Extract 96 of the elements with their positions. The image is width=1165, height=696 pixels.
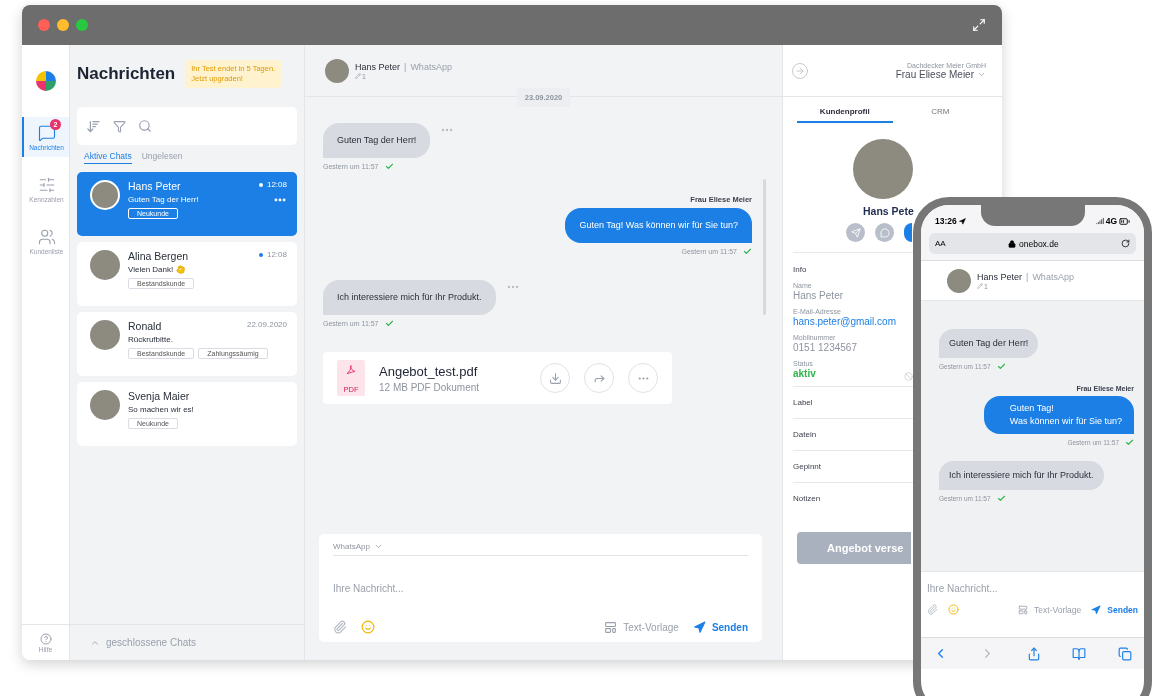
- channel-icon[interactable]: [904, 223, 912, 242]
- contact-name: Ronald: [128, 320, 162, 332]
- separator: |: [404, 61, 407, 72]
- tab[interactable]: Kundenprofil: [797, 107, 893, 123]
- check-icon: [1125, 438, 1134, 448]
- contact-name: Hans Peter: [128, 180, 181, 192]
- help-icon: [39, 632, 52, 645]
- users-icon: [37, 227, 56, 246]
- message-bubble: Guten Tag der Herr!: [939, 329, 1039, 359]
- minimize-button[interactable]: [57, 19, 69, 31]
- avatar-photo-placeholder: [90, 320, 120, 350]
- avatar-photo-placeholder: [947, 268, 971, 293]
- share-icon[interactable]: [1026, 646, 1041, 661]
- tabs-icon[interactable]: [1118, 646, 1132, 661]
- filter-icon[interactable]: [113, 119, 126, 133]
- status-time: 13:26: [935, 216, 957, 226]
- location-icon: [958, 217, 966, 225]
- url-text: onebox.de: [1019, 238, 1059, 249]
- chat-contact-name: Hans Peter: [977, 271, 1023, 282]
- search-icon[interactable]: [138, 119, 152, 133]
- more-button[interactable]: [628, 363, 658, 394]
- disable-icon[interactable]: [904, 372, 913, 381]
- send-button[interactable]: Senden: [1091, 604, 1138, 615]
- send-offer-button[interactable]: Angebot verse: [797, 532, 911, 564]
- zoom-button[interactable]: [76, 19, 88, 31]
- template-icon: [1018, 604, 1029, 615]
- text-size-button[interactable]: AA: [935, 239, 946, 248]
- attach-icon[interactable]: [333, 620, 347, 634]
- field-value: 0151 1234567: [793, 342, 857, 353]
- check-icon: [384, 162, 394, 172]
- template-button[interactable]: Text-Vorlage: [604, 620, 679, 634]
- telegram-icon[interactable]: [846, 223, 865, 242]
- chat-contact-name: Hans Peter: [355, 61, 401, 72]
- separator: |: [1026, 271, 1029, 282]
- avatar-photo-placeholder: [90, 180, 120, 210]
- collapse-icon[interactable]: [791, 61, 809, 80]
- file-meta: 12 MB PDF Dokument: [379, 381, 481, 393]
- download-button[interactable]: [540, 363, 570, 394]
- signal-icon: [1095, 217, 1104, 225]
- section-heading: Info: [793, 264, 807, 276]
- download-icon: [548, 371, 562, 385]
- email-link[interactable]: hans.peter@gmail.com: [793, 316, 896, 327]
- closed-chats-toggle[interactable]: geschlossene Chats: [70, 624, 304, 660]
- template-button[interactable]: Text-Vorlage: [1018, 604, 1082, 615]
- message-bubble: Guten Tag der Herr!: [323, 123, 431, 159]
- profile-name: Hans Pete: [863, 205, 914, 217]
- tab[interactable]: Aktive Chats: [84, 151, 132, 164]
- emoji-icon[interactable]: [948, 604, 959, 615]
- sliders-icon: [37, 175, 56, 194]
- bookmarks-icon[interactable]: [1072, 646, 1087, 661]
- caret-icon: [373, 542, 383, 551]
- message-preview: Vielen Dank!: [128, 265, 174, 274]
- address-bar[interactable]: AA onebox.de: [929, 233, 1136, 254]
- emoji-icon[interactable]: [361, 620, 375, 634]
- message-preview: Guten Tag der Herr!: [128, 195, 199, 204]
- avatar-photo-placeholder: [90, 250, 120, 280]
- chat-icon: [37, 123, 56, 142]
- message-bubble: Ich interessiere mich für Ihr Produkt.: [323, 280, 496, 316]
- reload-icon[interactable]: [1121, 239, 1130, 248]
- field-value: Hans Peter: [793, 290, 844, 301]
- sort-icon[interactable]: [86, 118, 101, 134]
- chat-time: 12:08: [266, 250, 287, 259]
- close-button[interactable]: [38, 19, 50, 31]
- expand-icon[interactable]: [972, 18, 986, 32]
- chat-time: 22.09.2020: [246, 320, 287, 329]
- channel-name: WhatsApp: [410, 61, 452, 72]
- network-label: 4G: [1105, 216, 1117, 226]
- contact-name: Svenja Maier: [128, 390, 190, 402]
- forward-button[interactable]: [584, 363, 614, 394]
- file-name: Angebot_test.pdf: [379, 363, 479, 379]
- page-title: Nachrichten: [77, 64, 176, 84]
- profile-photo-placeholder: [853, 139, 913, 199]
- check-icon: [996, 362, 1006, 372]
- check-icon: [743, 247, 752, 257]
- lock-icon: [1008, 239, 1016, 248]
- avatar-photo-placeholder: [325, 58, 349, 83]
- send-button[interactable]: Senden: [692, 620, 748, 634]
- message-bubble: Ich interessiere mich für Ihr Produkt.: [939, 461, 1104, 491]
- tab[interactable]: Ungelesen: [141, 151, 183, 164]
- message-bubble: Guten Tag! Was können wir für Sie tun?: [983, 396, 1134, 435]
- message-preview: Rückrufbitte.: [128, 335, 173, 344]
- contact-name: Alina Bergen: [128, 250, 189, 262]
- battery-icon: [1119, 215, 1130, 227]
- logo-icon: [35, 71, 56, 91]
- channel-name: WhatsApp: [1032, 271, 1074, 282]
- avatar-photo-placeholder: [90, 390, 120, 420]
- message-preview: So machen wir es!: [128, 405, 194, 414]
- check-icon: [384, 319, 394, 329]
- messenger-icon[interactable]: [875, 223, 894, 242]
- attach-icon[interactable]: [927, 604, 938, 615]
- chat-time: 12:08: [266, 180, 287, 189]
- status-value: aktiv: [793, 368, 816, 379]
- template-icon: [604, 620, 618, 634]
- check-icon: [996, 494, 1006, 504]
- message-bubble: Guten Tag! Was können wir für Sie tun?: [565, 208, 752, 244]
- tab[interactable]: CRM: [892, 107, 988, 123]
